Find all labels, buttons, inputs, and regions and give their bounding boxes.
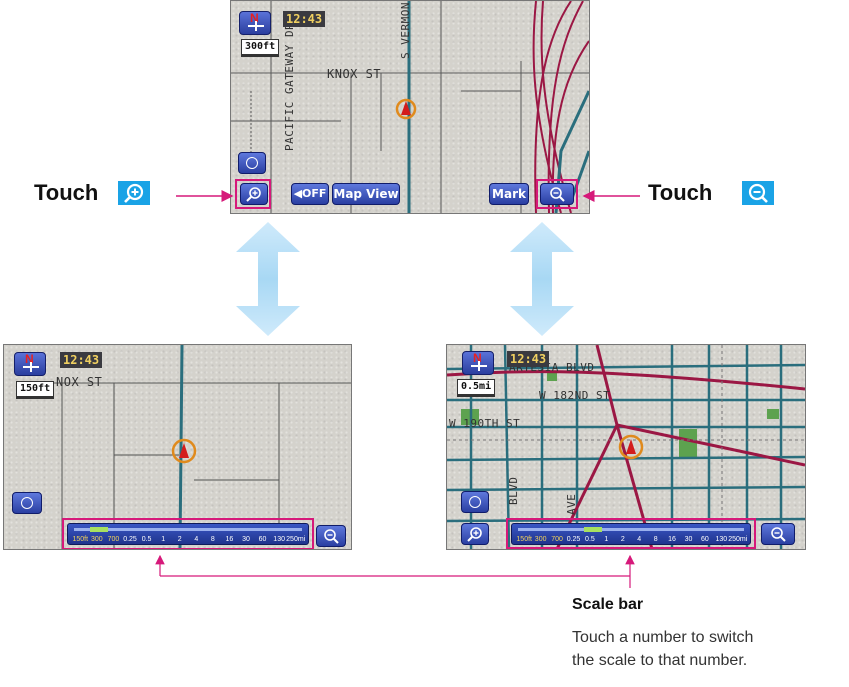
map-scale-indicator: 0.5mi <box>457 379 496 397</box>
scale-level-1[interactable]: 1 <box>161 536 165 543</box>
scale-level-60[interactable]: 60 <box>701 536 709 543</box>
map-scale-indicator: 150ft <box>16 381 55 399</box>
scale-level-30[interactable]: 30 <box>685 536 693 543</box>
zoom-out-button[interactable] <box>761 523 795 545</box>
north-up-compass-icon[interactable]: N <box>14 352 46 376</box>
scale-level-130[interactable]: 130 <box>716 536 728 543</box>
caption-line-2: the scale to that number. <box>572 652 748 669</box>
scale-level-300[interactable]: 300 <box>91 536 103 543</box>
street-label-knox: NOX ST <box>56 375 103 389</box>
scale-bar-current-level <box>584 527 602 532</box>
scale-bar-labels: 150ft 300 700 0.25 0.5 1 2 4 8 16 30 60 130 250mi <box>516 533 747 543</box>
zoom-out-button[interactable] <box>316 525 346 547</box>
vehicle-position-icon <box>618 434 644 460</box>
scale-level-0-25[interactable]: 0.25 <box>567 536 581 543</box>
scale-level-700[interactable]: 700 <box>551 536 563 543</box>
scale-level-300[interactable]: 300 <box>535 536 547 543</box>
scale-level-4[interactable]: 4 <box>194 536 198 543</box>
caption-line-1: Touch a number to switch <box>572 629 754 646</box>
zoom-out-icon <box>324 529 339 544</box>
scale-bar-track <box>74 528 302 531</box>
scale-level-8[interactable]: 8 <box>654 536 658 543</box>
scale-bar[interactable]: 150ft 300 700 0.25 0.5 1 2 4 8 16 30 60 130 250mi <box>511 523 751 545</box>
scale-bar-labels: 150ft 300 700 0.25 0.5 1 2 4 8 16 30 60 130 250mi <box>72 533 305 543</box>
scale-level-30[interactable]: 30 <box>242 536 250 543</box>
scale-level-2[interactable]: 2 <box>178 536 182 543</box>
position-button[interactable] <box>461 491 489 513</box>
scale-bar-caption-body: Touch a number to switch the scale to th… <box>572 626 753 672</box>
vehicle-position-icon <box>171 438 197 464</box>
scale-bar-current-level <box>90 527 108 532</box>
scale-bar-track <box>518 528 744 531</box>
scale-level-60[interactable]: 60 <box>259 536 267 543</box>
clock-display: 12:43 <box>60 352 103 368</box>
scale-level-8[interactable]: 8 <box>211 536 215 543</box>
scale-level-150ft[interactable]: 150ft <box>72 536 88 543</box>
scale-bar[interactable]: 150ft 300 700 0.25 0.5 1 2 4 8 16 30 60 130 250mi <box>67 523 309 545</box>
street-label-ave: AVE <box>565 493 578 515</box>
position-icon <box>21 497 33 509</box>
scale-level-250mi[interactable]: 250mi <box>286 536 305 543</box>
left-map-screen: NOX ST N 12:43 150ft 150ft 300 700 0.25 0.5 1… <box>3 344 352 550</box>
scale-level-0-5[interactable]: 0.5 <box>585 536 595 543</box>
scale-level-0-25[interactable]: 0.25 <box>123 536 137 543</box>
zoom-in-button[interactable] <box>461 523 489 545</box>
street-label-190th: W 190TH ST <box>449 417 521 430</box>
scale-level-0-5[interactable]: 0.5 <box>142 536 152 543</box>
scale-bar-caption-title: Scale bar <box>572 596 644 613</box>
position-button[interactable] <box>12 492 42 514</box>
street-label-blvd: BLVD <box>507 476 520 506</box>
scale-level-700[interactable]: 700 <box>108 536 120 543</box>
scale-level-16[interactable]: 16 <box>226 536 234 543</box>
scale-level-1[interactable]: 1 <box>604 536 608 543</box>
clock-display: 12:43 <box>507 351 550 367</box>
scale-level-2[interactable]: 2 <box>621 536 625 543</box>
scale-level-250mi[interactable]: 250mi <box>728 536 747 543</box>
street-label-182nd: W 182ND ST <box>539 389 611 402</box>
right-map-screen: ARTESIA BLVD W 182ND ST W 190TH ST BLVD … <box>446 344 806 550</box>
scale-level-4[interactable]: 4 <box>637 536 641 543</box>
north-up-compass-icon[interactable]: N <box>462 351 494 375</box>
position-icon <box>469 496 481 508</box>
scale-level-130[interactable]: 130 <box>273 536 285 543</box>
scale-level-16[interactable]: 16 <box>668 536 676 543</box>
zoom-in-icon <box>467 527 482 542</box>
zoom-out-icon <box>771 527 786 542</box>
scale-level-150ft[interactable]: 150ft <box>516 536 532 543</box>
